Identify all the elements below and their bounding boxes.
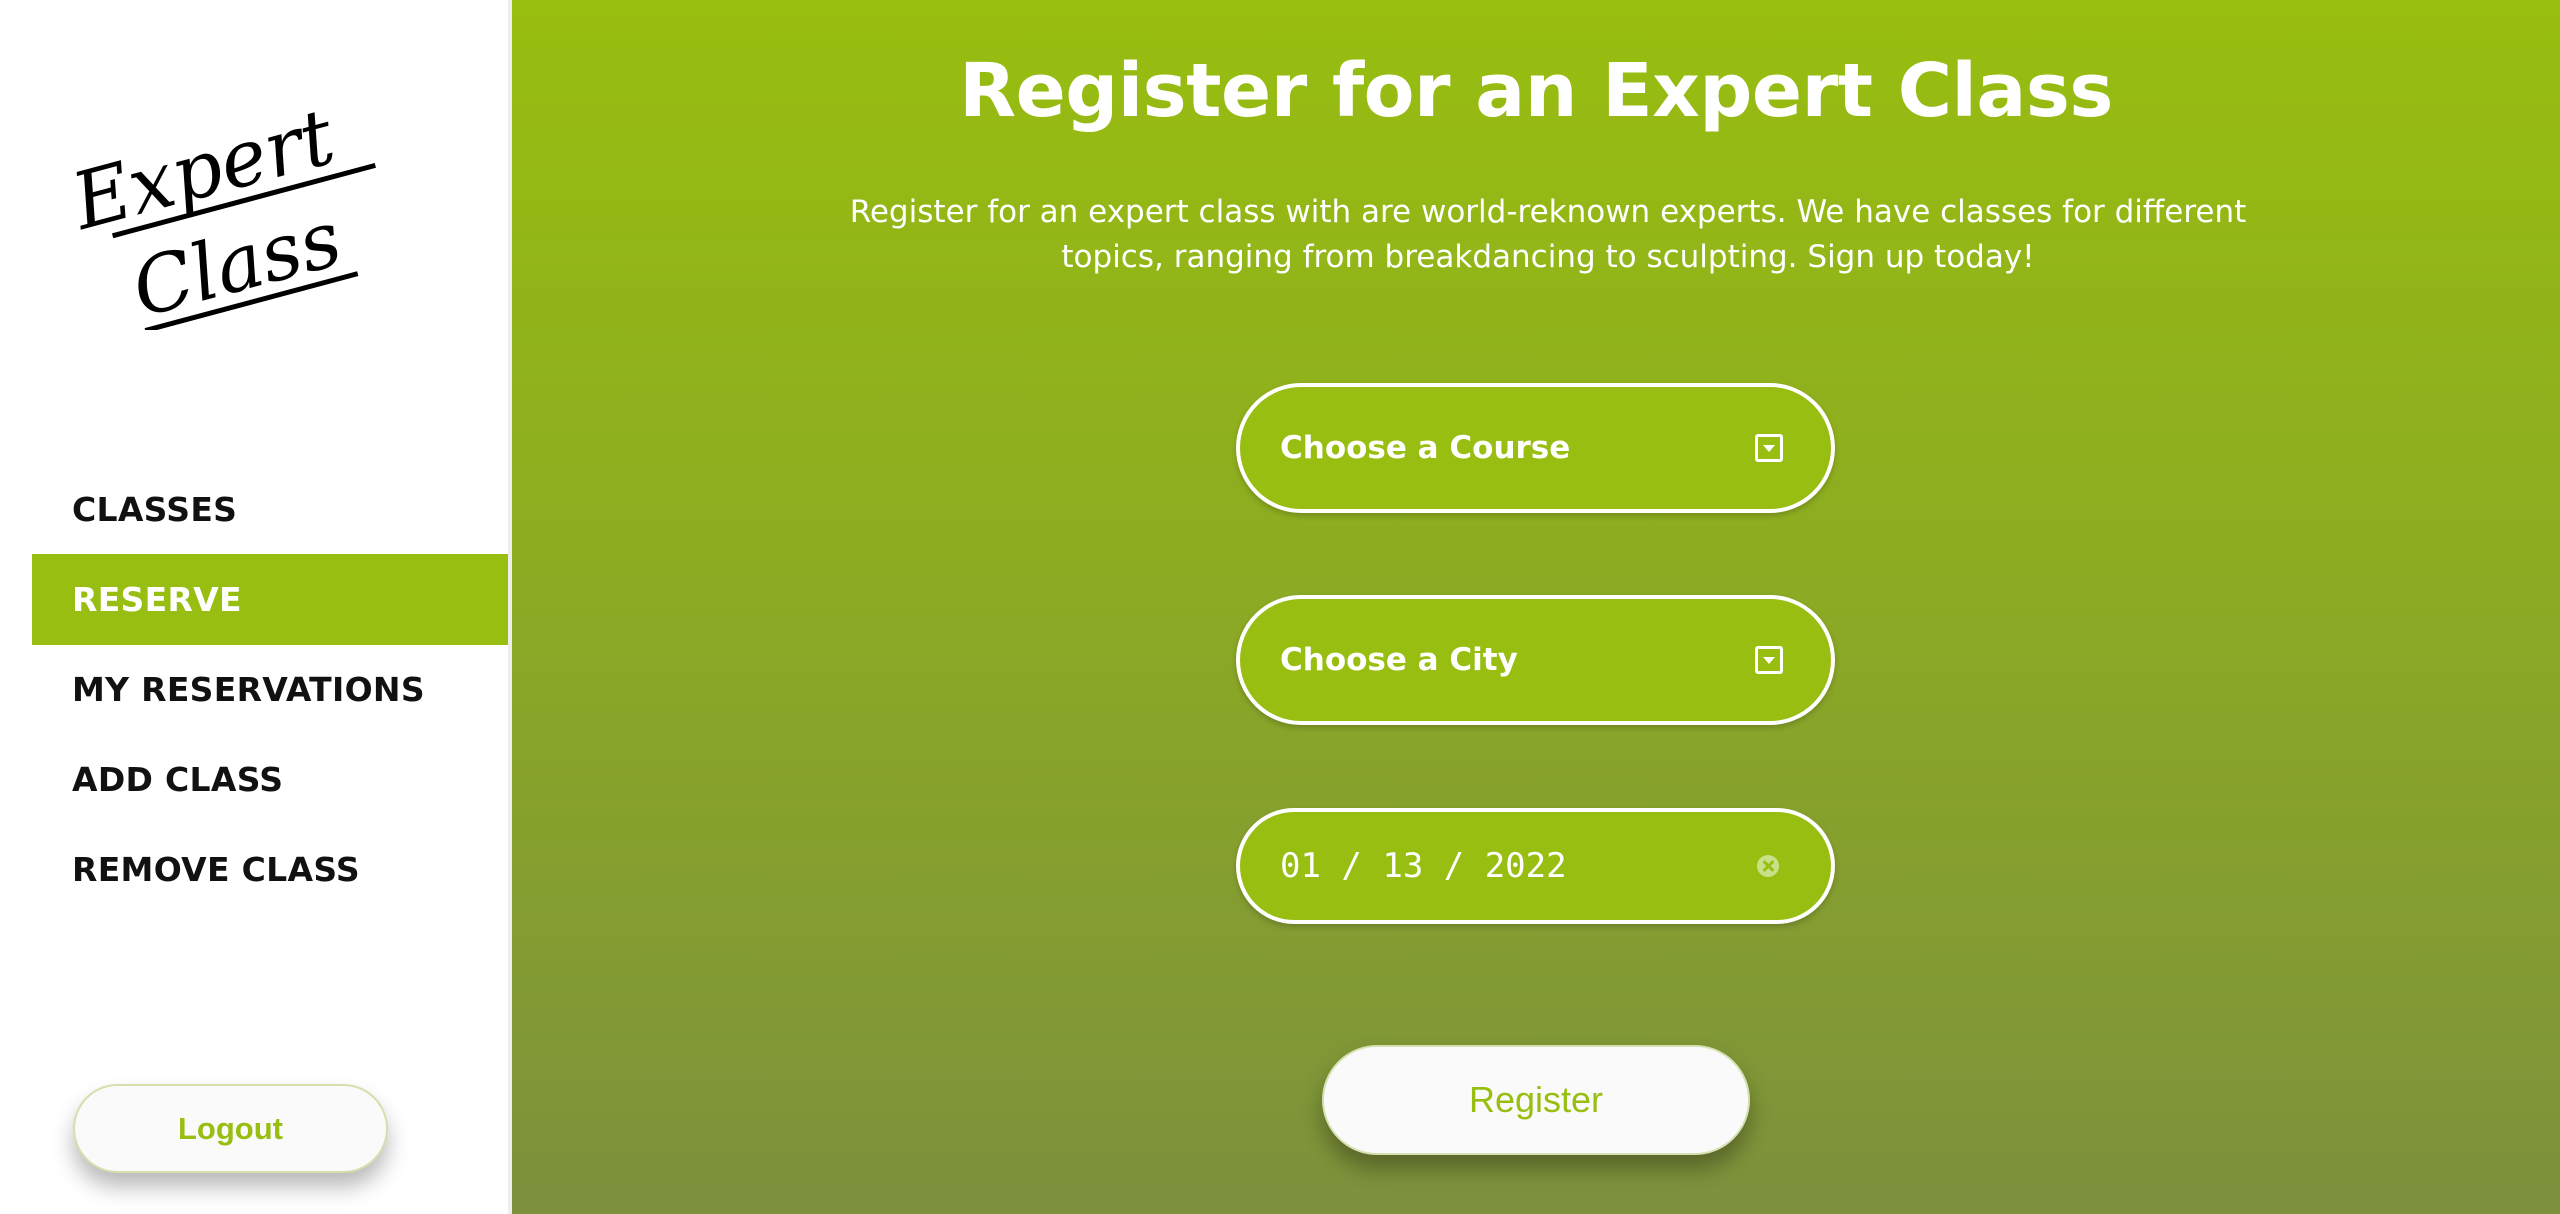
clear-icon[interactable]	[1757, 855, 1779, 877]
sidebar: Expert Class CLASSES RESERVE MY RESERVAT…	[0, 0, 508, 1214]
date-input-value[interactable]: 01 / 13 / 2022	[1280, 846, 1757, 886]
course-select[interactable]: Choose a Course	[1236, 383, 1835, 513]
date-input[interactable]: 01 / 13 / 2022	[1236, 808, 1835, 924]
city-select-value: Choose a City	[1280, 642, 1518, 678]
page-title: Register for an Expert Class	[959, 48, 2113, 134]
course-select-value: Choose a Course	[1280, 430, 1571, 466]
dropdown-icon[interactable]	[1755, 646, 1783, 674]
city-select[interactable]: Choose a City	[1236, 595, 1835, 725]
page-description: Register for an expert class with are wo…	[849, 194, 2247, 275]
main-content: Register for an Expert Class Register fo…	[512, 0, 2560, 1214]
logo-graphic: Expert Class	[62, 92, 376, 335]
sidebar-item-reserve[interactable]: RESERVE	[32, 554, 508, 645]
sidebar-item-my-reservations[interactable]: MY RESERVATIONS	[32, 644, 508, 735]
sidebar-item-add-class[interactable]: ADD CLASS	[32, 734, 508, 825]
register-button[interactable]: Register	[1322, 1045, 1750, 1155]
sidebar-item-remove-class[interactable]: REMOVE CLASS	[32, 824, 508, 915]
sidebar-item-classes[interactable]: CLASSES	[32, 464, 508, 555]
dropdown-icon[interactable]	[1755, 434, 1783, 462]
expert-class-logo[interactable]: Expert Class	[62, 90, 402, 335]
logout-button[interactable]: Logout	[73, 1084, 388, 1173]
